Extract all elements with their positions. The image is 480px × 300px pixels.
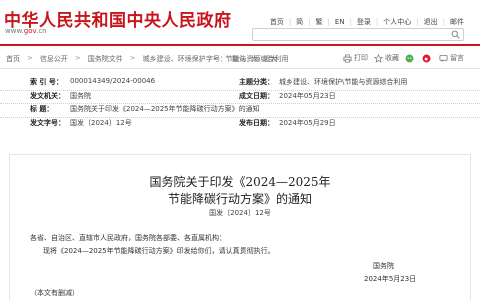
document-note: （本文有删减）: [30, 289, 79, 297]
breadcrumb-divider: [0, 68, 480, 69]
document-sign-date: 2024年5月23日: [364, 275, 417, 283]
document-paragraph: 现将《2024—2025年节能降碳行动方案》印发给你们，请认真贯彻执行。: [43, 247, 275, 255]
favorite-button[interactable]: 收藏: [385, 53, 399, 63]
nav-logout[interactable]: 退出: [424, 17, 438, 27]
header-divider: [0, 44, 480, 46]
written-date-value: 2024年05月23日: [279, 91, 336, 100]
share-tools: 打印 收藏 留言: [337, 53, 464, 63]
nav-personal-center[interactable]: 个人中心: [383, 17, 411, 27]
meta-row: 发文机关： 国务院 成文日期： 2024年05月23日: [0, 91, 480, 104]
publish-date-label: 发布日期：: [239, 118, 274, 127]
document-meta-table: 索 引 号： 000014349/2024-00046 主题分类： 城乡建设、环…: [0, 77, 480, 131]
subject-label: 标 题：: [30, 105, 54, 113]
publish-date-value: 2024年05月29日: [279, 118, 336, 127]
issuer-value: 国务院: [70, 91, 91, 100]
favorite-icon[interactable]: [374, 53, 383, 63]
doc-no-value: 国发〔2024〕12号: [70, 118, 132, 127]
document-title: 国务院关于印发《2024—2025年 节能降碳行动方案》的通知: [0, 174, 480, 208]
nav-english[interactable]: EN: [335, 18, 345, 26]
document-salutation: 各省、自治区、直辖市人民政府，国务院各部委、各直属机构：: [30, 234, 226, 242]
search-input[interactable]: [252, 28, 464, 41]
font-default-button[interactable]: 默认: [232, 54, 246, 64]
nav-home[interactable]: 首页: [270, 17, 284, 27]
site-url: www.gov.cn: [5, 27, 47, 35]
print-icon[interactable]: [343, 54, 352, 63]
search-icon[interactable]: [451, 30, 460, 39]
font-size-label: 字号：: [206, 55, 227, 63]
print-button[interactable]: 打印: [354, 53, 368, 63]
breadcrumb-bar: 首页 > 信息公开 > 国务院文件 > 城乡建设、环境保护 > 节能与资源综合利用 字号…: [0, 52, 480, 66]
index-no-value: 000014349/2024-00046: [70, 77, 156, 85]
document-title-line: 国务院关于印发《2024—2025年: [149, 175, 331, 189]
meta-row: 标 题： 国务院关于印发《2024—2025年节能降碳行动方案》的通知: [0, 104, 480, 118]
issuer-label: 发文机关：: [30, 91, 65, 100]
document-title-line: 节能降碳行动方案》的通知: [167, 192, 312, 206]
breadcrumb-item[interactable]: 国务院文件: [88, 54, 123, 64]
font-size-tools: 字号： 默认 大 超大: [206, 54, 282, 64]
nav-login[interactable]: 登录: [357, 17, 371, 27]
nav-simplified[interactable]: 简: [296, 17, 303, 27]
font-xlarge-button[interactable]: 超大: [263, 54, 277, 64]
subject-value: 国务院关于印发《2024—2025年节能降碳行动方案》的通知: [70, 105, 260, 113]
breadcrumb-item[interactable]: 城乡建设、环境保护: [143, 54, 206, 64]
doc-no-label: 发文字号：: [30, 118, 65, 127]
document-number: 国发〔2024〕12号: [209, 209, 271, 217]
breadcrumb-item[interactable]: 首页: [6, 54, 20, 64]
nav-traditional[interactable]: 繁: [316, 17, 323, 27]
category-label: 主题分类：: [239, 78, 274, 86]
message-button[interactable]: 留言: [450, 53, 464, 63]
nav-mail[interactable]: 邮件: [450, 17, 464, 27]
weibo-icon[interactable]: [422, 54, 431, 63]
meta-row: 发文字号： 国发〔2024〕12号 发布日期： 2024年05月29日: [0, 118, 480, 132]
index-no-label: 索 引 号：: [30, 78, 63, 86]
document-signature: 国务院: [373, 262, 394, 270]
written-date-label: 成文日期：: [239, 91, 274, 100]
breadcrumb-item[interactable]: 信息公开: [40, 54, 68, 64]
meta-row: 索 引 号： 000014349/2024-00046 主题分类： 城乡建设、环…: [0, 77, 480, 91]
category-value: 城乡建设、环境保护\节能与资源综合利用: [279, 78, 408, 86]
message-icon[interactable]: [439, 54, 448, 63]
site-header: 中华人民共和国中央人民政府 www.gov.cn 首页 | 简 | 繁 | EN | 登…: [0, 0, 480, 44]
font-large-button[interactable]: 大: [251, 54, 258, 64]
top-nav: 首页 | 简 | 繁 | EN | 登录 | 个人中心 | 退出 | 邮件: [269, 17, 464, 27]
wechat-icon[interactable]: [405, 54, 414, 63]
